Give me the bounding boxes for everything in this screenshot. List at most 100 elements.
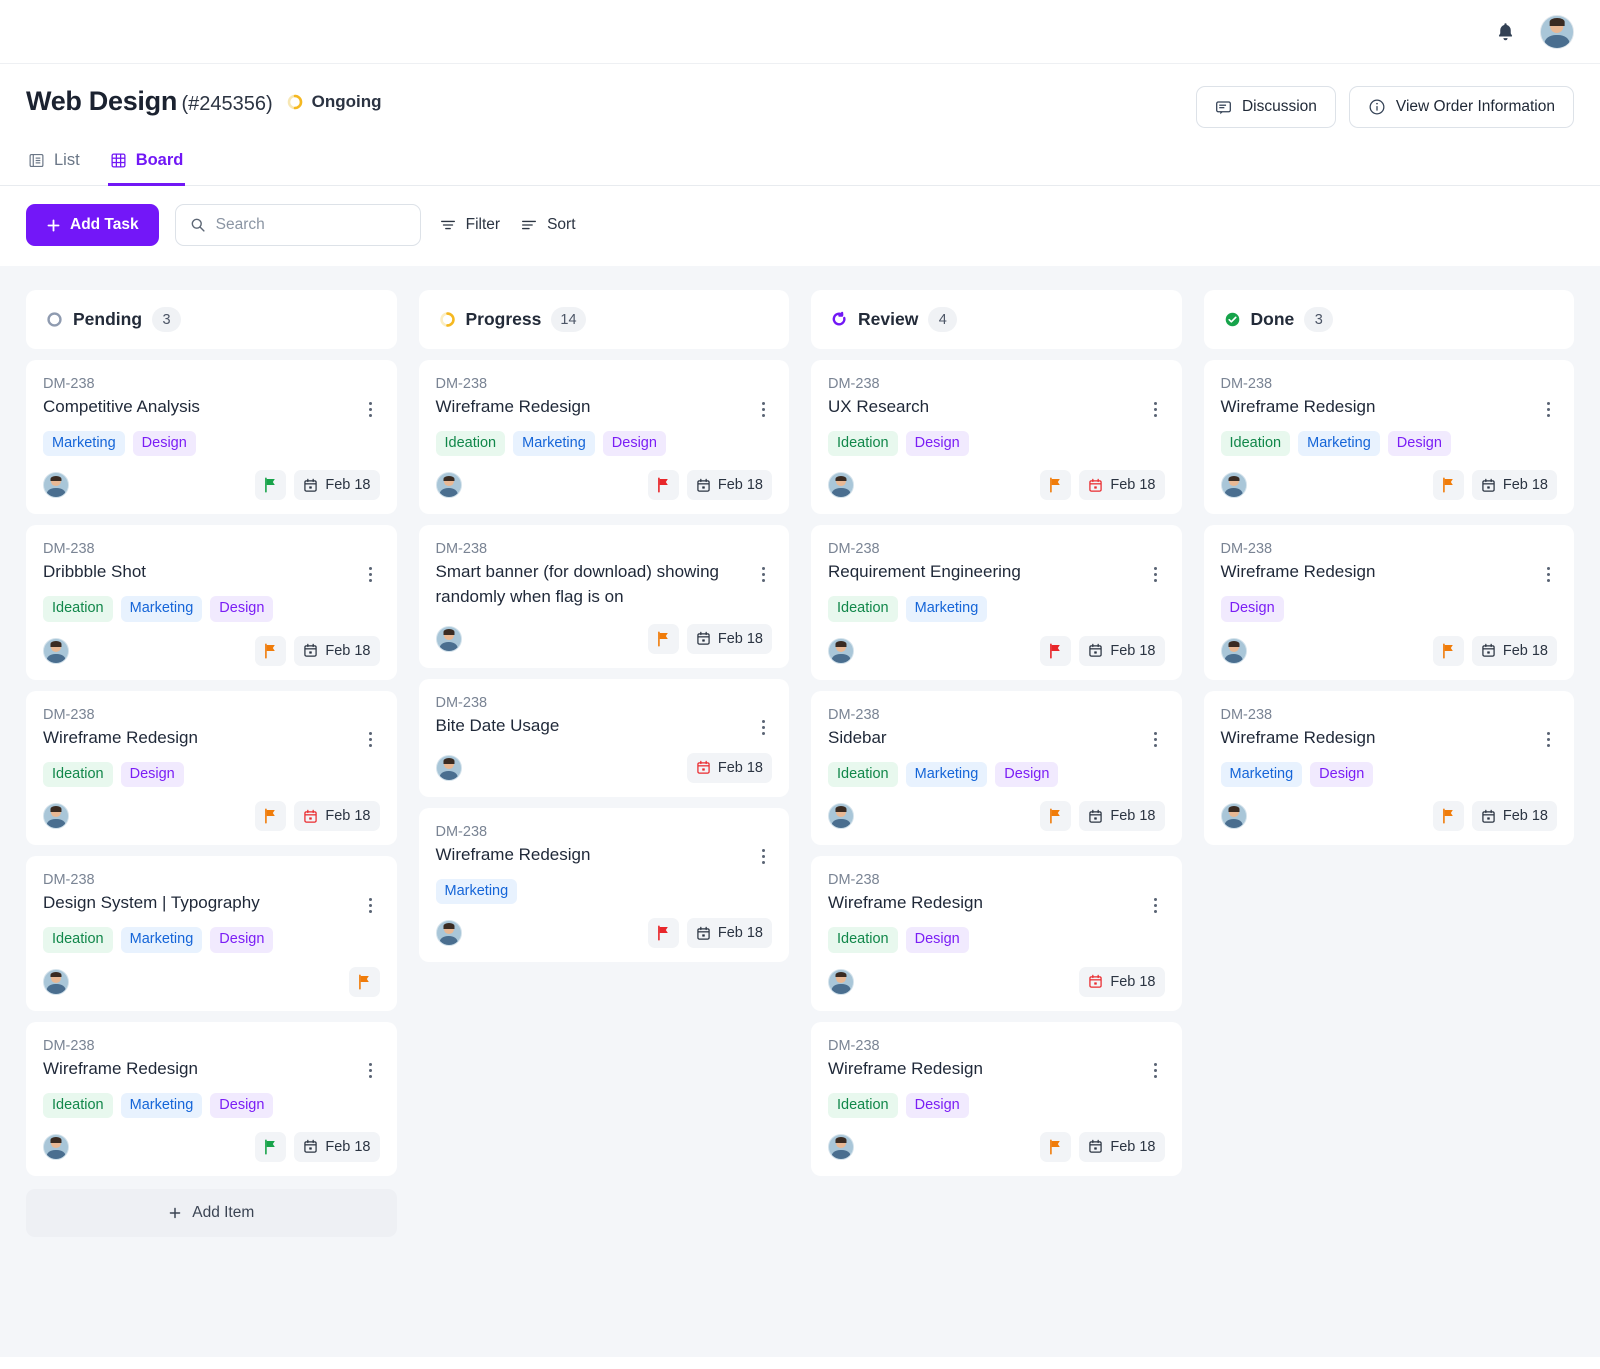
tag-ideation[interactable]: Ideation (43, 927, 113, 952)
filter-button[interactable]: Filter (437, 212, 502, 238)
due-date-chip[interactable]: Feb 18 (1079, 636, 1164, 666)
task-card[interactable]: DM-238Requirement EngineeringIdeationMar… (811, 525, 1182, 679)
task-card[interactable]: DM-238Wireframe RedesignMarketing Feb 18 (419, 808, 790, 962)
tab-list[interactable]: List (26, 146, 82, 186)
card-menu-icon[interactable] (754, 717, 772, 739)
task-card[interactable]: DM-238Smart banner (for download) showin… (419, 525, 790, 667)
due-date-chip[interactable]: Feb 18 (1079, 967, 1164, 997)
priority-flag-icon[interactable] (1433, 801, 1464, 831)
priority-flag-icon[interactable] (349, 967, 380, 997)
card-menu-icon[interactable] (1147, 398, 1165, 420)
task-card[interactable]: DM-238Bite Date Usage Feb 18 (419, 679, 790, 797)
due-date-chip[interactable]: Feb 18 (1472, 470, 1557, 500)
due-date-chip[interactable]: Feb 18 (687, 624, 772, 654)
card-menu-icon[interactable] (1147, 729, 1165, 751)
due-date-chip[interactable]: Feb 18 (1472, 801, 1557, 831)
task-card[interactable]: DM-238Wireframe RedesignIdeationDesign F… (811, 856, 1182, 1010)
priority-flag-icon[interactable] (648, 470, 679, 500)
tag-marketing[interactable]: Marketing (906, 596, 988, 621)
add-task-button[interactable]: Add Task (26, 204, 159, 246)
tag-ideation[interactable]: Ideation (43, 762, 113, 787)
task-card[interactable]: DM-238Competitive AnalysisMarketingDesig… (26, 360, 397, 514)
task-card[interactable]: DM-238Wireframe RedesignIdeationMarketin… (1204, 360, 1575, 514)
tag-design[interactable]: Design (906, 927, 969, 952)
task-card[interactable]: DM-238Wireframe RedesignIdeationDesign F… (811, 1022, 1182, 1176)
due-date-chip[interactable]: Feb 18 (294, 470, 379, 500)
due-date-chip[interactable]: Feb 18 (1079, 801, 1164, 831)
task-card[interactable]: DM-238Dribbble ShotIdeationMarketingDesi… (26, 525, 397, 679)
tag-marketing[interactable]: Marketing (436, 879, 518, 904)
card-menu-icon[interactable] (1539, 729, 1557, 751)
priority-flag-icon[interactable] (255, 636, 286, 666)
tag-marketing[interactable]: Marketing (1298, 431, 1380, 456)
priority-flag-icon[interactable] (648, 918, 679, 948)
tag-design[interactable]: Design (995, 762, 1058, 787)
tag-design[interactable]: Design (133, 431, 196, 456)
priority-flag-icon[interactable] (1040, 801, 1071, 831)
due-date-chip[interactable]: Feb 18 (294, 801, 379, 831)
sort-button[interactable]: Sort (518, 212, 577, 238)
tag-marketing[interactable]: Marketing (1221, 762, 1303, 787)
task-card[interactable]: DM-238SidebarIdeationMarketingDesign Feb… (811, 691, 1182, 845)
card-menu-icon[interactable] (1539, 398, 1557, 420)
avatar[interactable] (1540, 15, 1574, 49)
tag-design[interactable]: Design (121, 762, 184, 787)
task-card[interactable]: DM-238Wireframe RedesignDesign Feb 18 (1204, 525, 1575, 679)
bell-icon[interactable] (1492, 19, 1518, 45)
card-menu-icon[interactable] (1539, 563, 1557, 585)
view-order-information-button[interactable]: View Order Information (1349, 86, 1574, 128)
tab-board[interactable]: Board (108, 146, 186, 186)
discussion-button[interactable]: Discussion (1196, 86, 1336, 128)
tag-ideation[interactable]: Ideation (828, 596, 898, 621)
priority-flag-icon[interactable] (1433, 470, 1464, 500)
task-card[interactable]: DM-238Wireframe RedesignIdeationDesign F… (26, 691, 397, 845)
tag-marketing[interactable]: Marketing (121, 1093, 203, 1118)
tag-ideation[interactable]: Ideation (43, 1093, 113, 1118)
due-date-chip[interactable]: Feb 18 (687, 918, 772, 948)
priority-flag-icon[interactable] (1040, 636, 1071, 666)
priority-flag-icon[interactable] (255, 1132, 286, 1162)
tag-design[interactable]: Design (210, 596, 273, 621)
card-menu-icon[interactable] (362, 1060, 380, 1082)
task-card[interactable]: DM-238Wireframe RedesignIdeationMarketin… (419, 360, 790, 514)
tag-marketing[interactable]: Marketing (906, 762, 988, 787)
tag-design[interactable]: Design (603, 431, 666, 456)
card-menu-icon[interactable] (1147, 1060, 1165, 1082)
card-menu-icon[interactable] (1147, 894, 1165, 916)
card-menu-icon[interactable] (362, 398, 380, 420)
due-date-chip[interactable]: Feb 18 (294, 1132, 379, 1162)
task-card[interactable]: DM-238Wireframe RedesignIdeationMarketin… (26, 1022, 397, 1176)
priority-flag-icon[interactable] (648, 624, 679, 654)
tag-ideation[interactable]: Ideation (1221, 431, 1291, 456)
tag-design[interactable]: Design (906, 431, 969, 456)
search-input[interactable] (216, 216, 406, 234)
task-card[interactable]: DM-238UX ResearchIdeationDesign Feb 18 (811, 360, 1182, 514)
card-menu-icon[interactable] (754, 563, 772, 585)
tag-marketing[interactable]: Marketing (121, 927, 203, 952)
due-date-chip[interactable]: Feb 18 (1079, 470, 1164, 500)
tag-ideation[interactable]: Ideation (43, 596, 113, 621)
card-menu-icon[interactable] (362, 563, 380, 585)
due-date-chip[interactable]: Feb 18 (687, 753, 772, 783)
tag-design[interactable]: Design (210, 1093, 273, 1118)
card-menu-icon[interactable] (362, 894, 380, 916)
search-box[interactable] (175, 204, 421, 246)
add-item-button[interactable]: Add Item (26, 1189, 397, 1237)
tag-ideation[interactable]: Ideation (828, 1093, 898, 1118)
card-menu-icon[interactable] (754, 398, 772, 420)
tag-design[interactable]: Design (1388, 431, 1451, 456)
card-menu-icon[interactable] (754, 846, 772, 868)
card-menu-icon[interactable] (362, 729, 380, 751)
tag-marketing[interactable]: Marketing (121, 596, 203, 621)
due-date-chip[interactable]: Feb 18 (294, 636, 379, 666)
task-card[interactable]: DM-238Wireframe RedesignMarketingDesign … (1204, 691, 1575, 845)
tag-marketing[interactable]: Marketing (513, 431, 595, 456)
due-date-chip[interactable]: Feb 18 (1079, 1132, 1164, 1162)
tag-design[interactable]: Design (210, 927, 273, 952)
task-card[interactable]: DM-238Design System | TypographyIdeation… (26, 856, 397, 1010)
tag-design[interactable]: Design (906, 1093, 969, 1118)
priority-flag-icon[interactable] (1433, 636, 1464, 666)
priority-flag-icon[interactable] (1040, 470, 1071, 500)
priority-flag-icon[interactable] (255, 801, 286, 831)
due-date-chip[interactable]: Feb 18 (687, 470, 772, 500)
